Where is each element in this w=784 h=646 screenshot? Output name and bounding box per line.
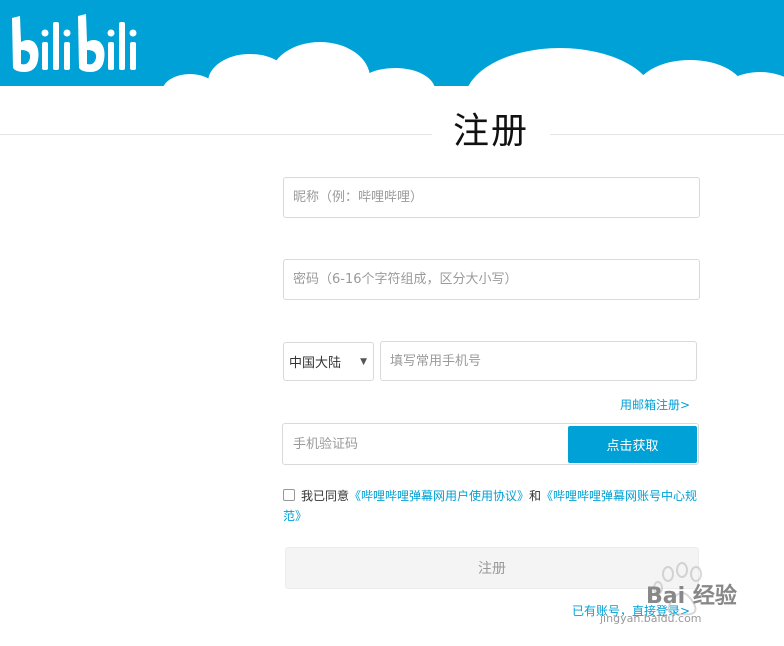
- dropdown-arrow-icon: ▼: [360, 356, 367, 367]
- nickname-field[interactable]: [283, 177, 700, 218]
- password-field[interactable]: [283, 259, 700, 300]
- verification-code-input[interactable]: [293, 424, 563, 464]
- watermark-subtext: jingyan.baidu.com: [600, 612, 702, 625]
- agree-and: 和: [529, 489, 542, 503]
- page-title: 注册: [452, 111, 529, 152]
- verification-code-row: 点击获取: [282, 423, 699, 465]
- agreement-checkbox[interactable]: [283, 489, 295, 501]
- bilibili-logo[interactable]: [10, 12, 150, 74]
- region-select-value: 中国大陆: [289, 356, 342, 371]
- region-select[interactable]: 中国大陆 ▼: [283, 342, 374, 381]
- title-divider-right: [550, 134, 784, 135]
- watermark-text: Bai 经验: [646, 584, 737, 609]
- title-divider-left: [0, 134, 432, 135]
- get-code-button[interactable]: 点击获取: [568, 426, 697, 463]
- password-input[interactable]: [293, 260, 699, 299]
- phone-input[interactable]: [390, 342, 696, 380]
- phone-field[interactable]: [380, 341, 697, 381]
- nickname-input[interactable]: [293, 178, 699, 217]
- email-register-link[interactable]: 用邮箱注册>: [560, 396, 690, 413]
- agreement-row: 我已同意《哔哩哔哩弹幕网用户使用协议》和《哔哩哔哩弹幕网账号中心规范》: [283, 486, 703, 526]
- agree-prefix: 我已同意: [301, 489, 350, 503]
- user-agreement-link[interactable]: 《哔哩哔哩弹幕网用户使用协议》: [349, 489, 529, 503]
